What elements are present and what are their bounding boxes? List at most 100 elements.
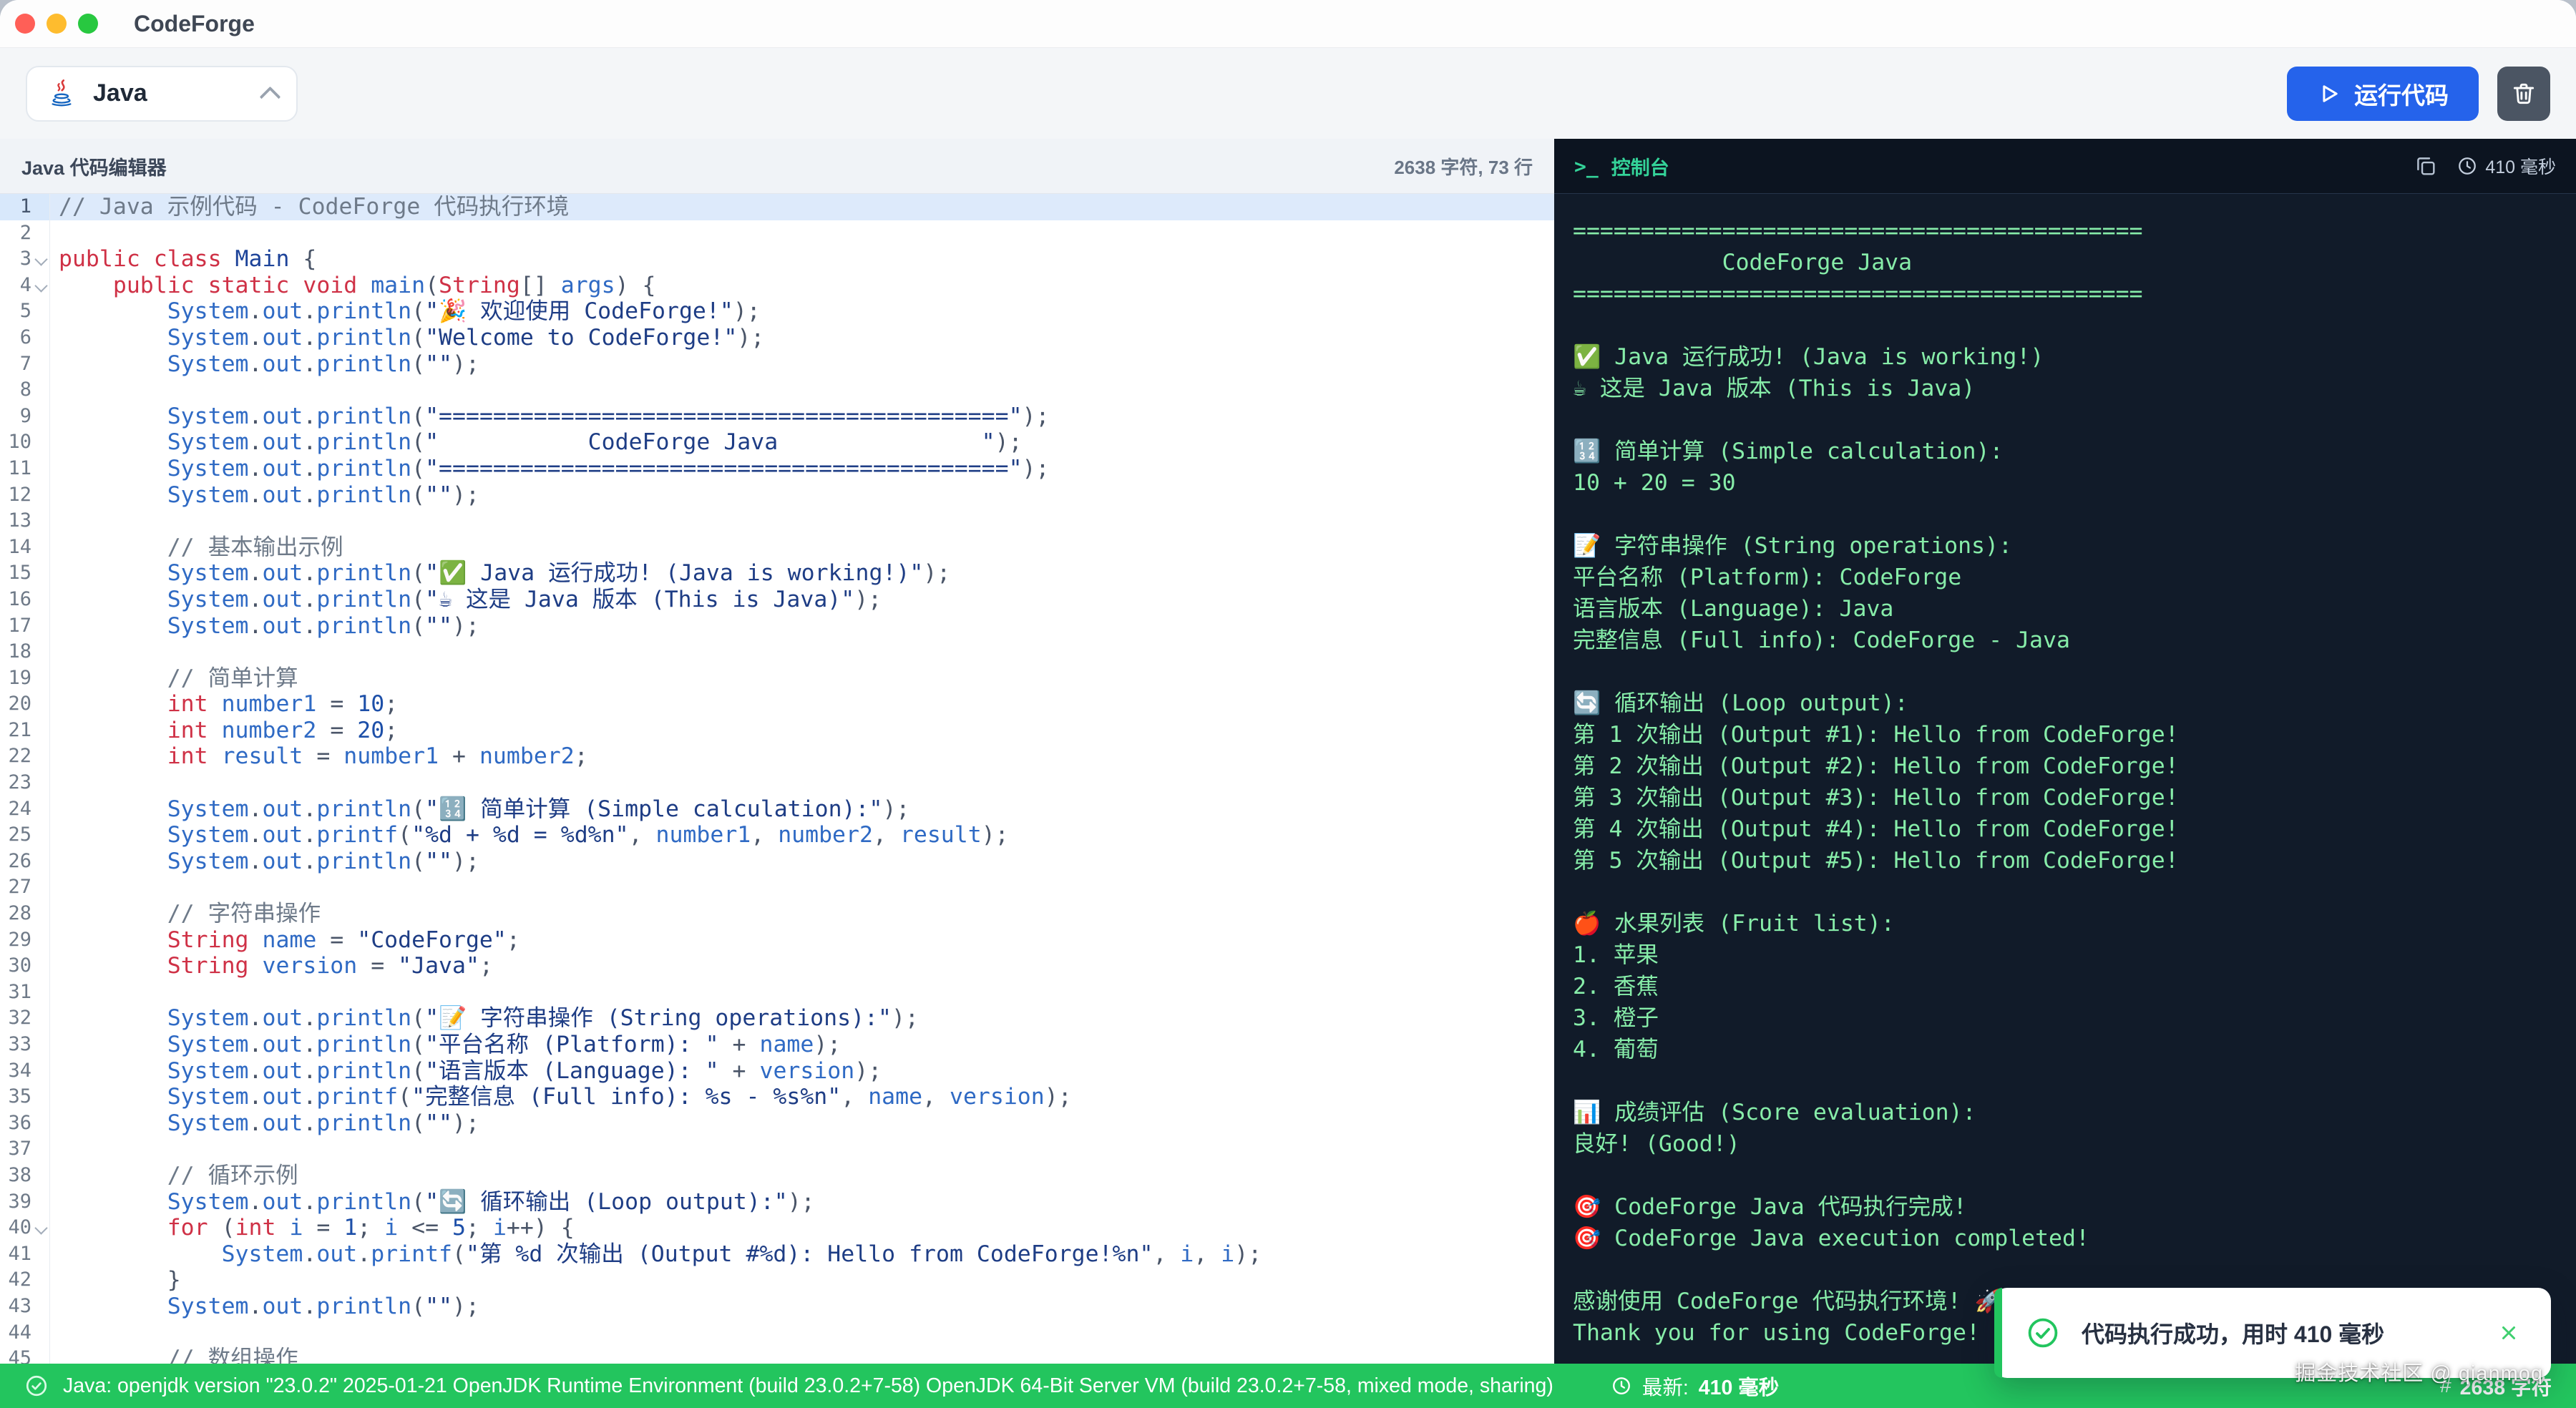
editor-stats: 2638 字符, 73 行 [1394,156,1533,178]
line-number: 30 [8,954,31,977]
code-line[interactable]: System.out.println(" CodeForge Java "); [50,429,1554,456]
latest-value: 410 毫秒 [1698,1376,1780,1399]
code-line[interactable]: System.out.println("🔄 循环输出 (Loop output)… [50,1189,1554,1216]
line-number: 15 [8,562,31,585]
code-line[interactable]: public class Main { [50,246,1554,273]
code-line[interactable]: System.out.printf("%d + %d = %d%n", numb… [50,822,1554,849]
code-line[interactable]: System.out.printf("完整信息 (Full info): %s … [50,1084,1554,1110]
code-line[interactable]: String version = "Java"; [50,953,1554,979]
line-number: 44 [8,1321,31,1344]
code-line[interactable]: // 基本输出示例 [50,534,1554,561]
console-line: 🍎 水果列表 (Fruit list): [1573,911,1895,937]
titlebar: CodeForge [0,0,2576,48]
line-number: 37 [8,1138,31,1160]
line-number: 1 [0,194,49,220]
close-window-button[interactable] [15,14,35,34]
java-logo-icon [46,78,77,109]
latest-run-time: 最新: 410 毫秒 [1611,1372,1779,1401]
code-line[interactable]: System.out.println(""); [50,849,1554,875]
code-line[interactable] [50,220,1554,247]
line-number: 45 [8,1347,31,1364]
code-line[interactable]: System.out.println("====================… [50,456,1554,482]
console-line: 🔄 循环输出 (Loop output): [1573,690,1908,716]
toolbar: Java 运行代码 [0,48,2576,139]
clear-code-button[interactable] [2497,66,2550,121]
run-code-button[interactable]: 运行代码 [2287,66,2479,121]
code-line[interactable]: // 循环示例 [50,1163,1554,1189]
code-line[interactable]: System.out.println("🔢 简单计算 (Simple calcu… [50,796,1554,823]
code-line[interactable]: // 字符串操作 [50,901,1554,927]
code-line[interactable]: System.out.println("🎉 欢迎使用 CodeForge!"); [50,298,1554,325]
line-number: 6 [19,326,31,348]
line-number: 41 [8,1242,31,1265]
line-number: 27 [8,876,31,899]
copy-output-button[interactable] [2414,154,2438,178]
console-output[interactable]: ========================================… [1554,194,2576,1364]
code-editor[interactable]: 1 2 3 4 5 6 7 8 9 10 11 12 13 14 15 16 17 18 19 20 21 22 23 24 2… [0,194,1554,1364]
line-number: 5 [19,300,31,323]
code-line[interactable]: int result = number1 + number2; [50,743,1554,770]
code-line[interactable]: System.out.println("☕ 这是 Java 版本 (This i… [50,587,1554,613]
code-line[interactable]: System.out.println("📝 字符串操作 (String oper… [50,1005,1554,1032]
code-line[interactable]: } [50,1267,1554,1294]
code-line[interactable]: System.out.println("✅ Java 运行成功! (Java i… [50,560,1554,587]
code-line[interactable]: int number2 = 20; [50,718,1554,744]
code-line[interactable] [50,377,1554,404]
console-line: 2. 香蕉 [1573,974,1659,999]
code-line[interactable]: for (int i = 1; i <= 5; i++) { [50,1215,1554,1241]
code-line[interactable] [50,770,1554,796]
code-line[interactable]: public static void main(String[] args) { [50,273,1554,299]
code-line[interactable]: System.out.println(""); [50,351,1554,378]
code-line[interactable]: int number1 = 10; [50,691,1554,718]
code-line[interactable]: // Java 示例代码 - CodeForge 代码执行环境 [50,194,1554,220]
window-controls [0,14,98,34]
code-line[interactable]: System.out.println("平台名称 (Platform): " +… [50,1032,1554,1058]
console-line: 🎯 CodeForge Java execution completed! [1573,1226,2089,1251]
line-number: 11 [8,456,31,479]
line-number: 13 [8,509,31,532]
code-line[interactable]: String name = "CodeForge"; [50,927,1554,954]
play-icon [2317,82,2341,106]
console-line: 良好! (Good!) [1573,1131,1740,1157]
line-number: 7 [19,352,31,375]
code-line[interactable] [50,979,1554,1006]
line-number: 4 [0,273,49,299]
line-number: 23 [8,771,31,794]
editor-header: Java 代码编辑器 2638 字符, 73 行 [0,139,1554,194]
line-number: 14 [8,535,31,558]
code-line[interactable]: System.out.printf("第 %d 次输出 (Output #%d)… [50,1241,1554,1268]
code-line[interactable] [50,874,1554,901]
execution-time: 410 毫秒 [2485,157,2556,177]
code-line[interactable] [50,508,1554,534]
terminal-prompt-icon: >_ [1574,154,1599,178]
latest-label: 最新: [1641,1376,1689,1399]
code-line[interactable]: System.out.println(""); [50,613,1554,640]
code-line[interactable]: // 简单计算 [50,665,1554,692]
code-line[interactable] [50,1320,1554,1346]
console-line: ✅ Java 运行成功! (Java is working!) [1573,344,2044,370]
line-number: 8 [19,378,31,401]
console-line: 10 + 20 = 30 [1573,470,1736,496]
code-line[interactable]: System.out.println(""); [50,1294,1554,1320]
code-content[interactable]: // Java 示例代码 - CodeForge 代码执行环境 public c… [50,194,1554,1364]
line-number: 9 [19,404,31,427]
code-line[interactable] [50,1136,1554,1163]
language-selector[interactable]: Java [26,65,298,122]
code-line[interactable]: System.out.println(""); [50,482,1554,509]
code-line[interactable]: System.out.println(""); [50,1110,1554,1137]
console-title: 控制台 [1611,157,1669,179]
code-line[interactable]: // 数组操作 [50,1346,1554,1364]
toast-close-button[interactable] [2494,1321,2524,1344]
minimize-window-button[interactable] [47,14,67,34]
check-circle-icon [2026,1316,2060,1350]
code-line[interactable]: System.out.println("Welcome to CodeForge… [50,325,1554,351]
maximize-window-button[interactable] [78,14,98,34]
line-number: 36 [8,1111,31,1134]
code-line[interactable]: System.out.println("====================… [50,404,1554,430]
code-line[interactable]: System.out.println("语言版本 (Language): " +… [50,1058,1554,1085]
code-line[interactable] [50,639,1554,665]
